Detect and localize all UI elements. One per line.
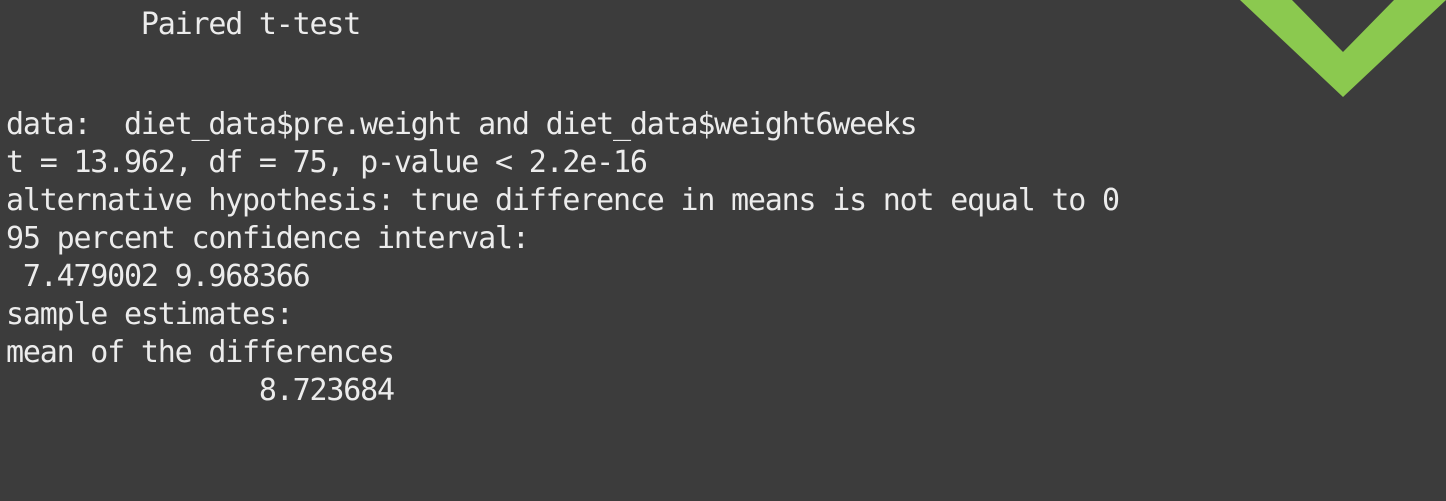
test-title: Paired t-test	[6, 7, 361, 42]
sample-estimates-label: sample estimates:	[6, 297, 294, 332]
hypothesis-line: alternative hypothesis: true difference …	[6, 183, 1120, 218]
checkmark-icon	[1240, 0, 1446, 97]
data-line: data: diet_data$pre.weight and diet_data…	[6, 107, 918, 142]
statistic-line: t = 13.962, df = 75, p-value < 2.2e-16	[6, 145, 648, 180]
mean-differences-value: 8.723684	[6, 373, 395, 408]
confidence-interval-label: 95 percent confidence interval:	[6, 221, 530, 256]
r-console-output: Paired t-test data: diet_data$pre.weight…	[0, 0, 1446, 501]
mean-differences-label: mean of the differences	[6, 335, 395, 370]
confidence-interval-values: 7.479002 9.968366	[6, 259, 311, 294]
